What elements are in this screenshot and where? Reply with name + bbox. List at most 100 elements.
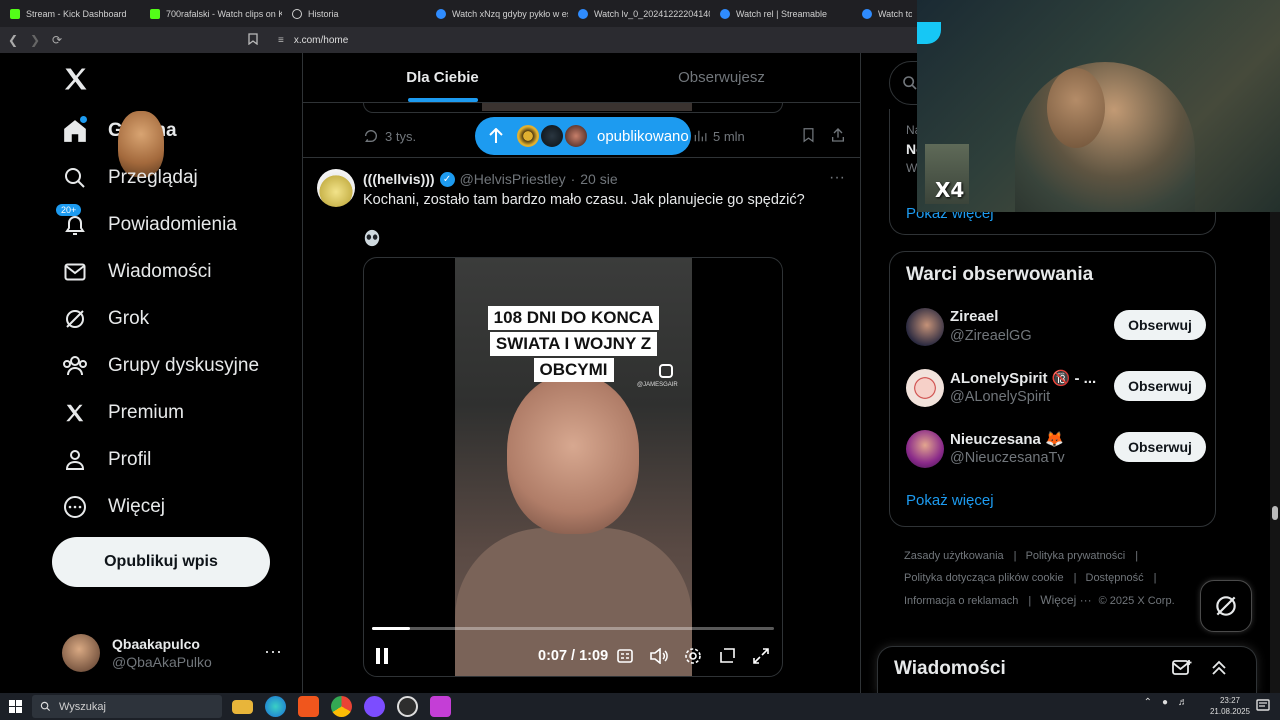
page-scrollbar[interactable] — [1270, 212, 1280, 693]
nav-more[interactable]: Więcej — [62, 490, 165, 524]
windows-start-icon[interactable] — [0, 693, 30, 720]
reply-button[interactable]: 3 tys. — [363, 128, 416, 144]
tweet-time[interactable]: 20 sie — [580, 171, 617, 187]
edge-icon[interactable] — [265, 696, 286, 717]
avatar[interactable] — [906, 430, 944, 468]
brave-icon[interactable] — [298, 696, 319, 717]
mail-icon — [62, 259, 88, 285]
fullscreen-icon[interactable] — [750, 645, 772, 667]
browser-tab[interactable]: Historia — [282, 0, 426, 27]
bookmark-icon[interactable] — [248, 32, 258, 48]
profile-handle: @QbaAkaPulko — [112, 654, 212, 670]
bookmark-icon[interactable] — [801, 127, 816, 146]
footer-link[interactable]: Polityka prywatności — [1026, 550, 1126, 562]
views-button[interactable]: 5 mln — [693, 129, 745, 144]
account-switcher[interactable]: Qbaakapulco @QbaAkaPulko ··· — [62, 631, 292, 675]
nav-messages[interactable]: Wiadomości — [62, 255, 211, 289]
chevron-up-icon[interactable]: ⌃ — [1144, 697, 1152, 708]
nav-premium[interactable]: Premium — [62, 396, 184, 430]
avatar[interactable] — [906, 308, 944, 346]
follow-button[interactable]: Obserwuj — [1114, 371, 1206, 401]
nav-profile[interactable]: Profil — [62, 443, 151, 477]
share-icon[interactable] — [830, 127, 846, 146]
taskbar-apps — [232, 696, 451, 717]
avatar — [539, 123, 565, 149]
nav-explore[interactable]: Przeglądaj — [62, 161, 198, 195]
taskbar-clock[interactable]: 23:27 21.08.2025 — [1210, 695, 1250, 717]
browser-tab[interactable]: Watch to j — [852, 0, 912, 27]
post-button[interactable]: Opublikuj wpis — [52, 537, 270, 587]
history-icon — [292, 8, 302, 19]
footer-link[interactable]: Polityka dotycząca plików cookie — [904, 572, 1064, 584]
x-logo-icon[interactable] — [62, 65, 90, 93]
browser-tab[interactable]: Stream - Kick Dashboard — [0, 0, 140, 27]
alien-emoji-icon — [364, 229, 380, 247]
picture-in-picture-icon[interactable] — [716, 645, 738, 667]
tweet[interactable]: (((hellvis))) ✓ @HelvisPriestley · 20 si… — [303, 159, 861, 693]
browser-tab[interactable]: Watch rel | Streamable — [710, 0, 852, 27]
tweet-author-name[interactable]: (((hellvis))) — [363, 171, 435, 187]
captions-icon[interactable] — [614, 645, 636, 667]
tweet-text: Kochani, zostało tam bardzo mało czasu. … — [363, 192, 805, 208]
notification-center-icon[interactable] — [1256, 699, 1270, 713]
bell-icon: 20+ — [56, 204, 88, 238]
reload-icon[interactable]: ⟳ — [48, 31, 66, 49]
video-controls: 0:07 / 1:09 — [372, 642, 776, 670]
tab-following[interactable]: Obserwujesz — [582, 53, 861, 102]
new-message-icon[interactable] — [1172, 659, 1192, 682]
browser-tab[interactable]: Watch xNzq gdyby pykło w es — [426, 0, 568, 27]
previous-post-media — [363, 103, 783, 113]
avatar[interactable] — [317, 169, 355, 207]
browser-tab[interactable]: Watch lv_0_2024122220414023 — [568, 0, 710, 27]
scrollbar-thumb[interactable] — [1272, 506, 1278, 520]
footer-link[interactable]: Informacja o reklamach — [904, 595, 1018, 607]
discord-icon[interactable] — [364, 696, 385, 717]
more-icon[interactable]: ··· — [829, 169, 845, 187]
nav-communities[interactable]: Grupy dyskusyjne — [62, 349, 259, 383]
footer-more[interactable]: Więcej ··· — [1040, 593, 1091, 607]
browser-tab[interactable]: 700rafalski - Watch clips on Kic — [140, 0, 282, 27]
kick-icon — [10, 8, 20, 19]
nav-grok[interactable]: Grok — [62, 302, 149, 336]
chevron-up-icon[interactable] — [1210, 659, 1228, 682]
search-icon — [40, 701, 51, 712]
video-progress-bar[interactable] — [372, 627, 774, 630]
tab-for-you[interactable]: Dla Ciebie — [303, 53, 582, 102]
streamable-icon — [436, 8, 446, 19]
messages-drawer[interactable]: Wiadomości — [877, 646, 1257, 693]
follow-button[interactable]: Obserwuj — [1114, 432, 1206, 462]
more-icon[interactable]: ··· — [264, 641, 282, 662]
video-player[interactable]: 108 DNI DO KONCA SWIATA I WOJNY Z OBCYMI… — [363, 257, 783, 677]
url-text: x.com/home — [293, 34, 349, 46]
new-posts-pill[interactable]: opublikowano — [475, 117, 691, 155]
footer-link[interactable]: Zasady użytkowania — [904, 550, 1004, 562]
volume-icon[interactable] — [648, 645, 670, 667]
follow-suggestion[interactable]: Zireael @ZireaelGG Obserwuj — [906, 306, 1206, 350]
copyright: © 2025 X Corp. — [1098, 595, 1175, 607]
follow-suggestion[interactable]: ALonelySpirit 🔞 - ... @ALonelySpirit Obs… — [906, 367, 1206, 411]
show-more-link[interactable]: Pokaż więcej — [906, 492, 994, 509]
forward-icon[interactable]: ❯ — [26, 31, 44, 49]
taskbar-search[interactable]: Wyszukaj — [32, 695, 222, 718]
site-settings-icon[interactable]: ≡ — [278, 35, 284, 46]
follow-button[interactable]: Obserwuj — [1114, 310, 1206, 340]
grok-icon — [62, 306, 88, 332]
grok-button[interactable] — [1200, 580, 1252, 632]
tweet-author-handle[interactable]: @HelvisPriestley — [460, 171, 566, 187]
back-icon[interactable]: ❮ — [4, 31, 22, 49]
communities-icon — [62, 353, 88, 379]
volume-icon[interactable]: ♬ — [1178, 697, 1188, 708]
app-icon[interactable] — [430, 696, 451, 717]
left-sidebar: Główna Przeglądaj 20+ Powiadomienia Wiad… — [0, 53, 302, 693]
avatar[interactable] — [906, 369, 944, 407]
settings-gear-icon[interactable] — [682, 645, 704, 667]
nav-notifications[interactable]: 20+ Powiadomienia — [56, 204, 237, 242]
microphone-icon[interactable]: ● — [1162, 697, 1168, 708]
pause-button[interactable] — [372, 646, 392, 666]
url-field[interactable]: ≡ x.com/home — [244, 30, 924, 50]
follow-suggestion[interactable]: Nieuczesana 🦊 @NieuczesanaTv Obserwuj — [906, 428, 1206, 472]
footer-link[interactable]: Dostępność — [1086, 572, 1144, 584]
obs-icon[interactable] — [397, 696, 418, 717]
chrome-icon[interactable] — [331, 696, 352, 717]
file-explorer-icon[interactable] — [232, 700, 253, 714]
